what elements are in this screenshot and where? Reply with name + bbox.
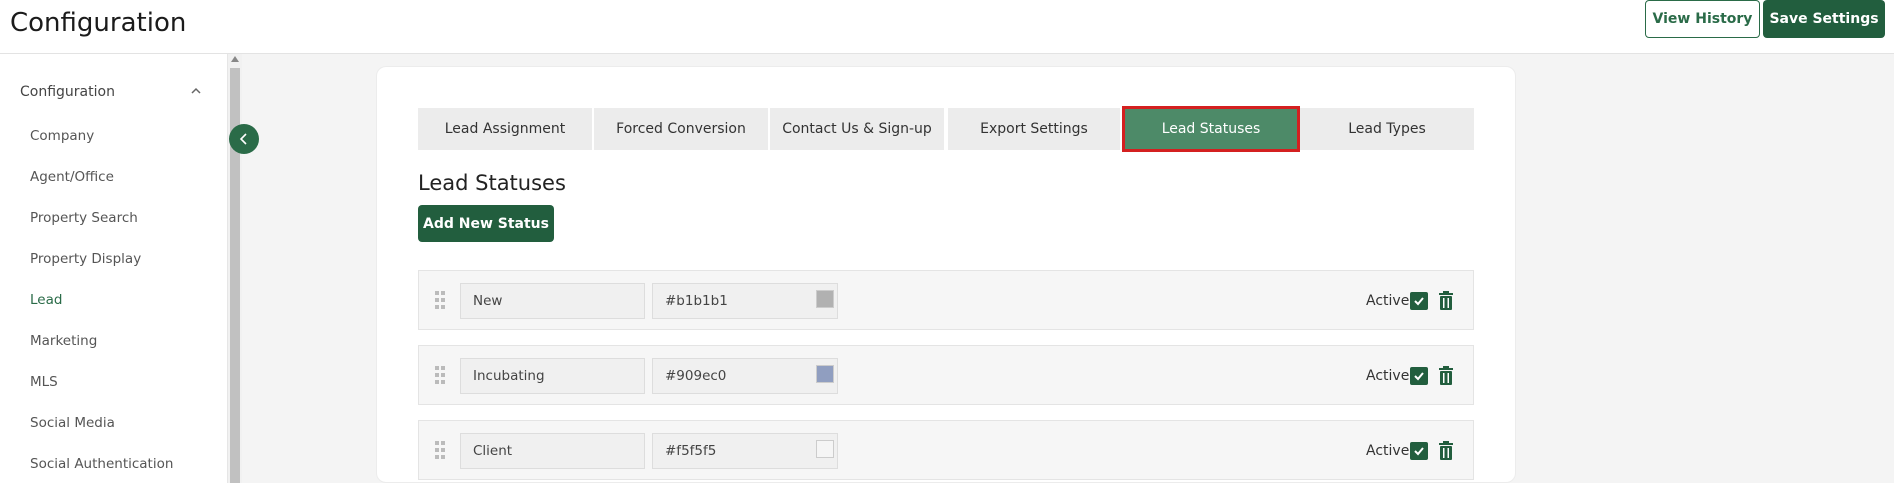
color-swatch[interactable] [816, 365, 834, 383]
checkmark-icon [1414, 372, 1424, 381]
sidebar-heading[interactable]: Configuration [20, 84, 115, 100]
active-label: Active [1366, 293, 1410, 309]
status-color-value: #f5f5f5 [665, 443, 717, 459]
status-name-input[interactable]: Client [460, 433, 645, 469]
view-history-button[interactable]: View History [1645, 0, 1760, 38]
chevron-left-icon [239, 133, 247, 145]
status-color-input[interactable]: #f5f5f5 [652, 433, 838, 469]
add-new-status-button[interactable]: Add New Status [418, 205, 554, 242]
status-color-input[interactable]: #909ec0 [652, 358, 838, 394]
status-row: New #b1b1b1 Active [418, 270, 1474, 330]
drag-handle-icon[interactable] [435, 366, 447, 384]
drag-handle-icon[interactable] [435, 441, 447, 459]
status-name-input[interactable]: Incubating [460, 358, 645, 394]
trash-icon[interactable] [1438, 291, 1454, 311]
active-checkbox[interactable] [1410, 442, 1428, 460]
active-checkbox[interactable] [1410, 292, 1428, 310]
page-header: Configuration View History Save Settings [0, 0, 1894, 54]
sidebar-scrollbar[interactable] [228, 54, 242, 483]
page-title: Configuration [10, 8, 187, 38]
status-name-input[interactable]: New [460, 283, 645, 319]
save-settings-button[interactable]: Save Settings [1763, 0, 1885, 38]
active-checkbox[interactable] [1410, 367, 1428, 385]
sidebar-item-marketing[interactable]: Marketing [30, 333, 97, 349]
color-swatch[interactable] [816, 440, 834, 458]
sidebar: Configuration Company Agent/Office Prope… [0, 54, 228, 483]
trash-icon[interactable] [1438, 441, 1454, 461]
collapse-sidebar-button[interactable] [229, 124, 259, 154]
drag-handle-icon[interactable] [435, 291, 447, 309]
sidebar-item-company[interactable]: Company [30, 128, 94, 144]
sidebar-item-agent-office[interactable]: Agent/Office [30, 169, 114, 185]
status-color-value: #909ec0 [665, 368, 727, 384]
sidebar-item-property-search[interactable]: Property Search [30, 210, 138, 226]
tab-forced-conversion[interactable]: Forced Conversion [594, 108, 768, 150]
active-label: Active [1366, 443, 1410, 459]
active-label: Active [1366, 368, 1410, 384]
tab-lead-types[interactable]: Lead Types [1300, 108, 1474, 150]
sidebar-item-property-display[interactable]: Property Display [30, 251, 141, 267]
checkmark-icon [1414, 447, 1424, 456]
checkmark-icon [1414, 297, 1424, 306]
tab-lead-statuses[interactable]: Lead Statuses [1122, 106, 1300, 152]
tab-lead-assignment[interactable]: Lead Assignment [418, 108, 592, 150]
tab-contact-us-sign-up[interactable]: Contact Us & Sign-up [770, 108, 944, 150]
sidebar-item-social-media[interactable]: Social Media [30, 415, 115, 431]
scroll-up-arrow-icon[interactable] [231, 56, 239, 62]
sidebar-item-social-authentication[interactable]: Social Authentication [30, 456, 173, 472]
status-row: Incubating #909ec0 Active [418, 345, 1474, 405]
sidebar-item-mls[interactable]: MLS [30, 374, 58, 390]
color-swatch[interactable] [816, 290, 834, 308]
chevron-up-icon[interactable] [189, 84, 203, 98]
status-color-input[interactable]: #b1b1b1 [652, 283, 838, 319]
status-row: Client #f5f5f5 Active [418, 420, 1474, 480]
section-title: Lead Statuses [418, 171, 566, 195]
status-color-value: #b1b1b1 [665, 293, 728, 309]
tab-export-settings[interactable]: Export Settings [948, 108, 1120, 150]
sidebar-item-lead[interactable]: Lead [30, 292, 62, 308]
trash-icon[interactable] [1438, 366, 1454, 386]
